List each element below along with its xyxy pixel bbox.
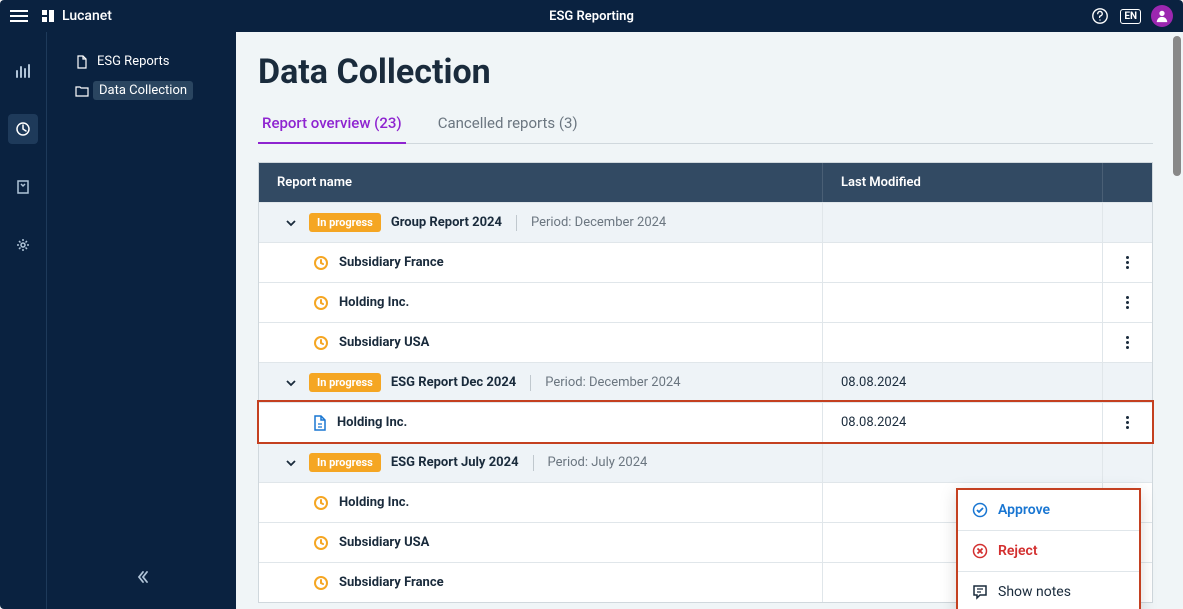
icon-rail bbox=[0, 32, 46, 609]
menu-item-show-notes[interactable]: Show notes bbox=[958, 572, 1139, 609]
col-actions bbox=[1102, 163, 1152, 202]
document-icon bbox=[313, 415, 327, 431]
last-modified: 08.08.2024 bbox=[822, 403, 1102, 442]
row-actions-icon[interactable] bbox=[1121, 410, 1135, 435]
report-name: Holding Inc. bbox=[337, 415, 407, 430]
last-modified: 08.08.2024 bbox=[822, 363, 1102, 402]
logo-icon bbox=[40, 8, 56, 24]
table-row[interactable]: Holding Inc. bbox=[259, 282, 1152, 322]
table-row[interactable]: Subsidiary USA bbox=[259, 322, 1152, 362]
file-icon bbox=[75, 55, 89, 69]
sidebar-item-data-collection[interactable]: Data Collection bbox=[47, 75, 236, 106]
chevron-down-icon[interactable] bbox=[283, 457, 299, 469]
app-title: ESG Reporting bbox=[549, 9, 634, 24]
last-modified bbox=[822, 243, 1102, 282]
x-circle-icon bbox=[972, 543, 988, 559]
page-title: Data Collection bbox=[258, 52, 1153, 92]
collapse-sidebar-icon[interactable] bbox=[134, 569, 150, 589]
rail-star-icon[interactable] bbox=[8, 172, 38, 202]
clock-icon bbox=[313, 255, 329, 271]
tab-bar: Report overview (23) Cancelled reports (… bbox=[258, 106, 1153, 144]
last-modified bbox=[822, 443, 1102, 482]
report-name: Group Report 2024 bbox=[391, 215, 502, 230]
table-header: Report name Last Modified bbox=[259, 163, 1152, 202]
status-badge: In progress bbox=[309, 373, 381, 392]
row-actions-icon[interactable] bbox=[1121, 250, 1135, 275]
menu-item-approve[interactable]: Approve bbox=[958, 490, 1139, 531]
clock-icon bbox=[313, 335, 329, 351]
last-modified bbox=[822, 323, 1102, 362]
table-row[interactable]: Subsidiary France bbox=[259, 242, 1152, 282]
col-report-name: Report name bbox=[259, 163, 822, 202]
user-avatar[interactable] bbox=[1151, 5, 1173, 27]
hamburger-menu-icon[interactable] bbox=[10, 7, 28, 25]
menu-label: Reject bbox=[998, 543, 1038, 559]
clock-icon bbox=[313, 575, 329, 591]
tab-report-overview[interactable]: Report overview (23) bbox=[258, 106, 406, 144]
clock-icon bbox=[313, 495, 329, 511]
status-badge: In progress bbox=[309, 213, 381, 232]
main-content: Data Collection Report overview (23) Can… bbox=[236, 32, 1183, 609]
rail-data-icon[interactable] bbox=[8, 114, 38, 144]
chevron-down-icon[interactable] bbox=[283, 217, 299, 229]
brand-name: Lucanet bbox=[62, 8, 112, 24]
sidebar-item-esg-reports[interactable]: ESG Reports bbox=[47, 48, 236, 75]
rail-dashboard-icon[interactable] bbox=[8, 56, 38, 86]
report-name: ESG Report July 2024 bbox=[391, 455, 519, 470]
note-icon bbox=[972, 584, 988, 600]
report-name: Subsidiary France bbox=[339, 575, 444, 590]
menu-item-reject[interactable]: Reject bbox=[958, 531, 1139, 572]
table-row[interactable]: In progress Group Report 2024 Period: De… bbox=[259, 202, 1152, 242]
clock-icon bbox=[313, 535, 329, 551]
row-actions-icon[interactable] bbox=[1121, 290, 1135, 315]
help-icon[interactable] bbox=[1090, 6, 1110, 26]
report-name: Subsidiary USA bbox=[339, 335, 429, 350]
sidebar: ESG Reports Data Collection bbox=[46, 32, 236, 609]
last-modified bbox=[822, 283, 1102, 322]
table-row[interactable]: In progress ESG Report Dec 2024 Period: … bbox=[259, 362, 1152, 402]
status-badge: In progress bbox=[309, 453, 381, 472]
brand-logo[interactable]: Lucanet bbox=[40, 8, 112, 24]
report-name: Subsidiary France bbox=[339, 255, 444, 270]
language-selector[interactable]: EN bbox=[1120, 9, 1141, 24]
folder-icon bbox=[75, 84, 89, 98]
menu-label: Approve bbox=[998, 502, 1050, 518]
report-name: ESG Report Dec 2024 bbox=[391, 375, 516, 390]
table-row[interactable]: Holding Inc. 08.08.2024 bbox=[259, 402, 1152, 442]
row-actions-menu: Approve Reject Show notes bbox=[956, 488, 1141, 609]
report-name: Subsidiary USA bbox=[339, 535, 429, 550]
last-modified bbox=[822, 203, 1102, 242]
menu-label: Show notes bbox=[998, 584, 1071, 600]
check-circle-icon bbox=[972, 502, 988, 518]
report-period: Period: July 2024 bbox=[548, 455, 648, 470]
top-bar: Lucanet ESG Reporting EN bbox=[0, 0, 1183, 32]
chevron-down-icon[interactable] bbox=[283, 377, 299, 389]
sidebar-item-label: Data Collection bbox=[93, 81, 193, 100]
report-period: Period: December 2024 bbox=[531, 215, 666, 230]
tab-cancelled-reports[interactable]: Cancelled reports (3) bbox=[434, 106, 582, 144]
row-actions-icon[interactable] bbox=[1121, 330, 1135, 355]
scrollbar-thumb[interactable] bbox=[1173, 36, 1181, 176]
col-last-modified: Last Modified bbox=[822, 163, 1102, 202]
report-name: Holding Inc. bbox=[339, 295, 409, 310]
clock-icon bbox=[313, 295, 329, 311]
report-period: Period: December 2024 bbox=[545, 375, 680, 390]
rail-settings-icon[interactable] bbox=[8, 230, 38, 260]
table-row[interactable]: In progress ESG Report July 2024 Period:… bbox=[259, 442, 1152, 482]
sidebar-item-label: ESG Reports bbox=[97, 54, 170, 69]
report-name: Holding Inc. bbox=[339, 495, 409, 510]
